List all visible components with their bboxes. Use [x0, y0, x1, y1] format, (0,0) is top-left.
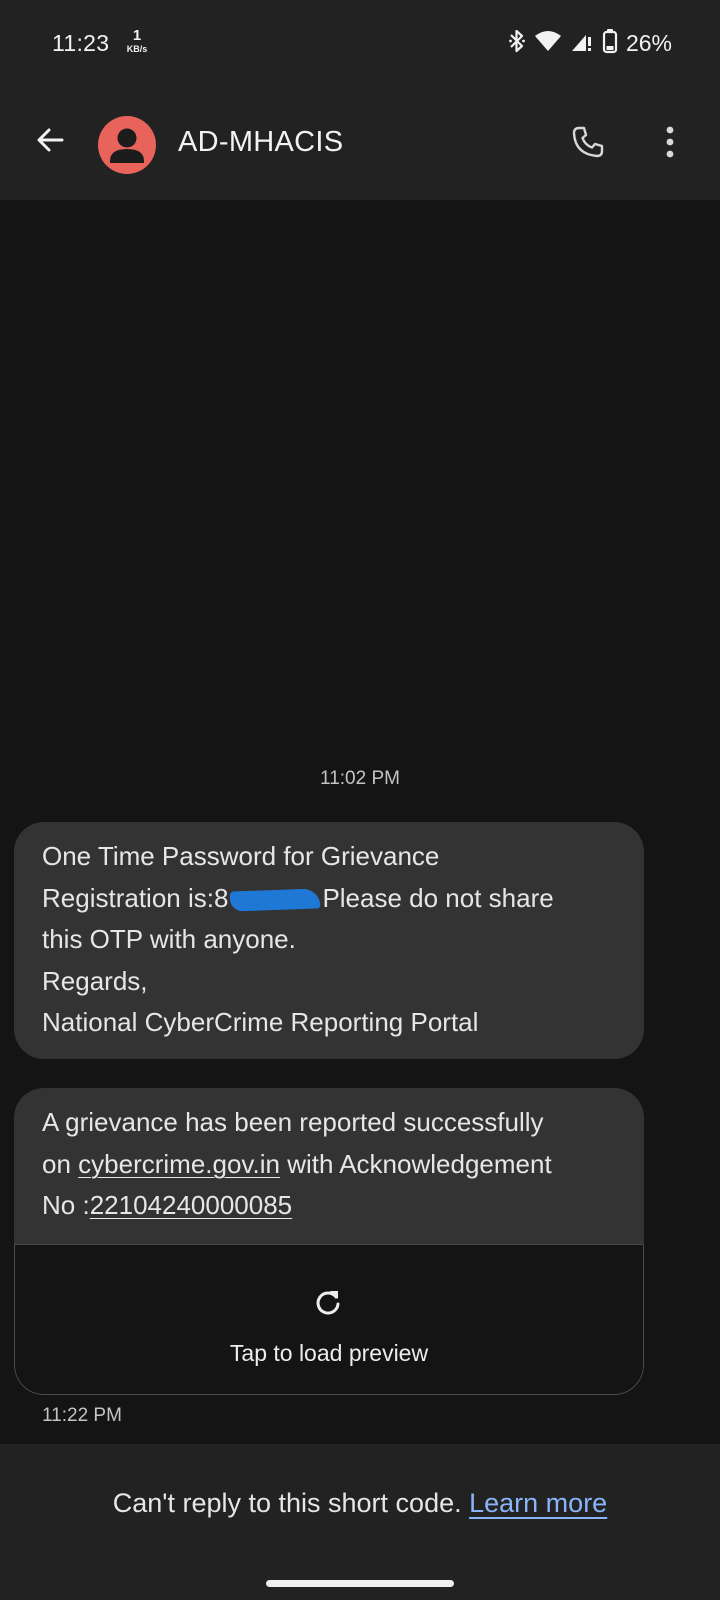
- message-line: No :22104240000085: [42, 1185, 618, 1227]
- message-timestamp: 11:02 PM: [320, 768, 400, 789]
- link-preview-card[interactable]: Tap to load preview: [14, 1244, 644, 1395]
- conversation-header: AD-MHACIS: [0, 90, 720, 200]
- message-line: on cybercrime.gov.in with Acknowledgemen…: [42, 1144, 618, 1186]
- reply-disabled-footer: Can't reply to this short code. Learn mo…: [0, 1444, 720, 1600]
- message-bubble-otp[interactable]: One Time Password for Grievance Registra…: [14, 822, 644, 1059]
- status-icons: 26%: [508, 28, 672, 58]
- message-text-block: A grievance has been reported successful…: [14, 1088, 644, 1244]
- message-timestamp: 11:22 PM: [42, 1405, 122, 1426]
- message-line: National CyberCrime Reporting Portal: [42, 1007, 479, 1037]
- message-line: One Time Password for Grievance: [42, 841, 440, 871]
- wifi-icon: [534, 29, 562, 58]
- message-text: on: [42, 1148, 79, 1179]
- cybercrime-link[interactable]: cybercrime.gov.in: [78, 1149, 280, 1179]
- message-text: Please do not share: [322, 882, 554, 913]
- message-line: Regards,: [42, 965, 148, 996]
- status-bar: 11:23 1 KB/s 26%: [0, 0, 720, 90]
- message-line: Registration is:8 Please do not share: [42, 878, 618, 920]
- message-bubble-acknowledgement[interactable]: A grievance has been reported successful…: [14, 1088, 644, 1395]
- gesture-navigation-bar[interactable]: [266, 1580, 454, 1587]
- back-arrow-icon: [34, 124, 66, 161]
- redacted-otp-digit: 8: [213, 882, 229, 913]
- message-line: A grievance has been reported successful…: [42, 1107, 544, 1137]
- network-speed: 1 KB/s: [120, 28, 154, 54]
- message-text: with Acknowledgement: [279, 1148, 552, 1179]
- call-button[interactable]: [566, 122, 610, 166]
- messages-screen: 11:23 1 KB/s 26% AD-MHACIS 11:02 PM One …: [0, 0, 720, 1600]
- learn-more-link[interactable]: Learn more: [469, 1488, 607, 1518]
- avatar[interactable]: [98, 116, 156, 174]
- more-options-button[interactable]: [648, 122, 692, 166]
- bluetooth-icon: [508, 28, 526, 59]
- footer-notice-row: Can't reply to this short code. Learn mo…: [0, 1488, 720, 1519]
- status-time: 11:23: [52, 30, 110, 56]
- battery-percent: 26%: [625, 29, 672, 56]
- network-speed-unit: KB/s: [126, 44, 148, 54]
- battery-icon: [602, 28, 618, 59]
- person-icon: [110, 128, 144, 163]
- redaction-mark: [230, 888, 321, 912]
- short-code-notice: Can't reply to this short code.: [112, 1488, 462, 1518]
- message-text: No :: [42, 1190, 90, 1220]
- acknowledgement-number-link[interactable]: 22104240000085: [90, 1190, 292, 1220]
- phone-icon: [571, 125, 605, 164]
- refresh-icon: [311, 1285, 345, 1319]
- more-vert-icon: [665, 125, 675, 164]
- message-line: this OTP with anyone.: [42, 924, 296, 954]
- contact-name[interactable]: AD-MHACIS: [178, 126, 343, 159]
- back-button[interactable]: [28, 120, 72, 164]
- cell-signal-icon: [570, 29, 594, 58]
- load-preview-label: Tap to load preview: [229, 1340, 429, 1366]
- message-text: Registration is:: [42, 882, 214, 913]
- network-speed-value: 1: [132, 27, 142, 44]
